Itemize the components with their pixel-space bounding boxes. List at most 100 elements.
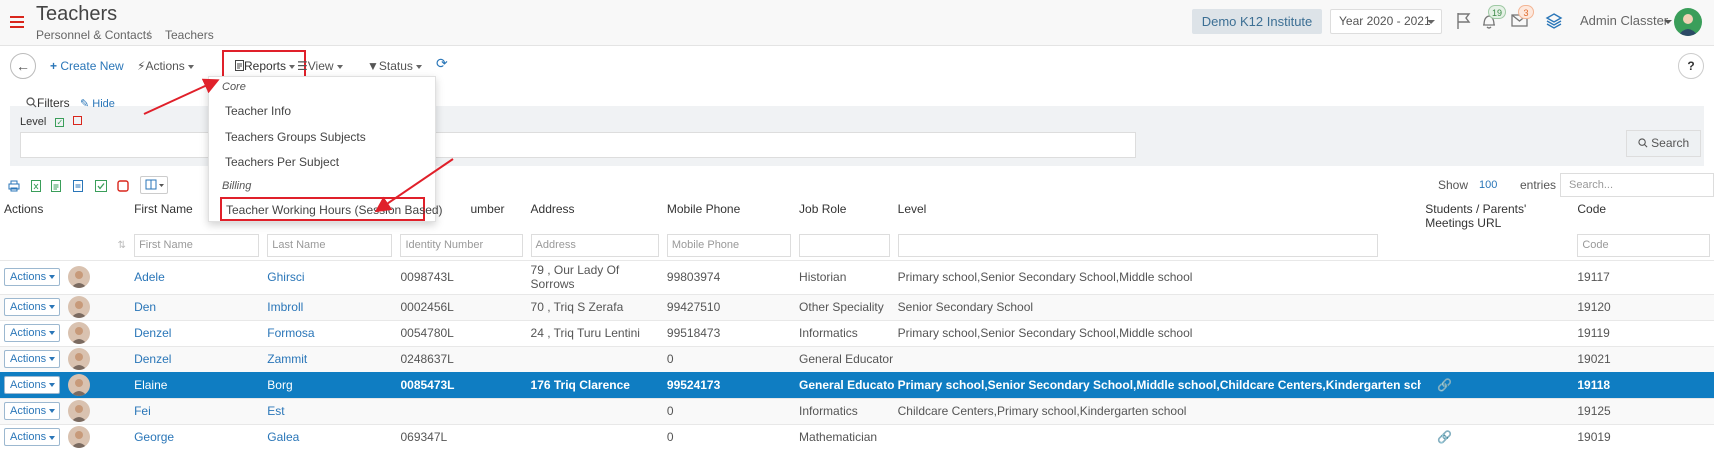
year-select[interactable]: Year 2020 - 2021 — [1330, 9, 1442, 34]
level-filter-input[interactable] — [20, 132, 1136, 158]
table-row[interactable]: Actions Den Imbroll 0002456L 70 , Triq S Zer… — [0, 293, 1714, 320]
columns-toggle-button[interactable] — [140, 176, 168, 194]
notifications-badge: 19 — [1488, 5, 1507, 19]
report-teacher-working-hours[interactable]: Teacher Working Hours (Session Based) — [226, 203, 443, 217]
help-button[interactable]: ? — [1678, 53, 1704, 79]
reports-menu-button[interactable]: Reports — [235, 59, 296, 73]
table-row[interactable]: Actions George Galea 069347L 0 Mathematician 🔗… — [0, 423, 1714, 450]
col-meetings-url[interactable]: Students / Parents' Meetings URL — [1421, 198, 1573, 232]
print-icon[interactable] — [8, 180, 20, 192]
check-all-icon[interactable] — [95, 180, 107, 192]
first-name-cell[interactable]: Den — [130, 293, 264, 320]
first-name-cell[interactable]: George — [130, 423, 264, 450]
col-code[interactable]: Code — [1573, 198, 1714, 232]
chevron-down-icon — [49, 305, 56, 310]
layers-icon[interactable] — [1545, 12, 1563, 30]
table-search-input[interactable]: Search... — [1560, 173, 1714, 197]
page-title: Teachers — [36, 3, 118, 25]
row-actions-button[interactable]: Actions — [4, 402, 60, 421]
pdf-export-icon[interactable] — [72, 180, 84, 192]
uncheck-all-icon[interactable] — [117, 180, 129, 192]
filter-code-cell: Code — [1573, 232, 1714, 260]
job-role-cell: Historian — [795, 259, 894, 294]
teacher-avatar — [68, 296, 90, 318]
last-name-cell[interactable]: Formosa — [263, 319, 397, 346]
csv-export-icon[interactable] — [50, 180, 62, 192]
row-actions-label: Actions — [10, 379, 47, 392]
table-row[interactable]: Actions Fei Est 0 Informatics Childcare Cente… — [0, 397, 1714, 424]
filter-actions-cell: ⇅ — [117, 240, 127, 252]
row-actions-button[interactable]: Actions — [4, 350, 60, 369]
filters-title: Filters — [26, 96, 70, 110]
last-name-cell[interactable]: Est — [263, 397, 397, 424]
excel-export-icon[interactable] — [30, 180, 42, 192]
col-actions: Actions — [4, 202, 44, 216]
last-name-cell[interactable]: Borg — [263, 371, 397, 398]
filter-identity-input[interactable]: Identity Number — [400, 234, 523, 258]
view-menu-button[interactable]: ☰View — [297, 59, 343, 73]
breadcrumb-personnel-contacts[interactable]: Personnel & Contacts — [36, 28, 152, 42]
actions-menu-button[interactable]: ⚡Actions — [137, 59, 194, 73]
first-name-cell[interactable]: Fei — [130, 397, 264, 424]
flag-icon[interactable] — [1456, 12, 1474, 30]
page-size-select[interactable]: 100 — [1479, 179, 1497, 191]
filter-last-name-input[interactable]: Last Name — [267, 234, 393, 258]
first-name-cell[interactable]: Elaine — [130, 371, 264, 398]
row-actions-button[interactable]: Actions — [4, 376, 60, 395]
create-new-button[interactable]: + Create New — [50, 59, 124, 73]
report-teachers-per-subject[interactable]: Teachers Per Subject — [225, 155, 339, 169]
search-button-label: Search — [1651, 136, 1690, 150]
document-icon — [235, 59, 244, 73]
col-level[interactable]: Level — [894, 198, 1422, 232]
table-row[interactable]: Actions Denzel Zammit 0248637L 0 General Educ… — [0, 345, 1714, 372]
row-actions-button[interactable]: Actions — [4, 428, 60, 447]
col-address[interactable]: Address — [527, 198, 663, 232]
row-actions-button[interactable]: Actions — [4, 324, 60, 343]
select-all-icon[interactable]: ✓ — [55, 118, 65, 127]
first-name-cell[interactable]: Denzel — [130, 319, 264, 346]
link-icon[interactable]: 🔗 — [1425, 430, 1452, 444]
link-icon[interactable]: 🔗 — [1425, 378, 1452, 392]
table-row[interactable]: Actions Denzel Formosa 0054780L 24 , Triq Tu… — [0, 319, 1714, 346]
refresh-icon[interactable]: ⟳ — [436, 55, 448, 72]
table-row[interactable]: Actions Elaine Borg 0085473L 176 Triq Claren… — [0, 371, 1714, 398]
filter-search-button[interactable]: Search — [1626, 130, 1701, 157]
filter-phone-input[interactable]: Mobile Phone — [666, 234, 792, 258]
user-name[interactable]: Admin Classter — [1580, 13, 1668, 28]
col-mobile-phone[interactable]: Mobile Phone — [663, 198, 795, 232]
teacher-avatar — [68, 426, 90, 449]
filter-job-input[interactable] — [799, 234, 890, 258]
filter-address-input[interactable]: Address — [530, 234, 659, 258]
user-menu-caret-icon[interactable] — [1664, 20, 1672, 24]
last-name-cell[interactable]: Imbroll — [263, 293, 397, 320]
row-actions-label: Actions — [10, 405, 47, 418]
hamburger-menu-icon[interactable] — [10, 16, 24, 28]
institute-button[interactable]: Demo K12 Institute — [1192, 9, 1322, 34]
chevron-down-icon — [187, 64, 194, 69]
report-teacher-info[interactable]: Teacher Info — [225, 104, 291, 118]
back-button[interactable]: ← — [10, 53, 36, 79]
deselect-all-icon[interactable] — [73, 116, 83, 125]
identity-number-cell: 0002456L — [396, 293, 527, 320]
last-name-cell[interactable]: Ghirsci — [263, 259, 397, 294]
filters-title-label: Filters — [37, 96, 70, 110]
last-name-cell[interactable]: Galea — [263, 423, 397, 450]
filter-first-name-input[interactable]: First Name — [134, 234, 260, 258]
filter-level-input[interactable] — [897, 234, 1378, 258]
mobile-phone-cell: 99524173 — [662, 371, 796, 398]
report-teachers-groups-subjects[interactable]: Teachers Groups Subjects — [225, 130, 366, 144]
hide-filters-link[interactable]: ✎ Hide — [80, 97, 115, 110]
row-actions-button[interactable]: Actions — [4, 268, 60, 287]
row-actions-cell: Actions — [0, 397, 131, 424]
last-name-cell[interactable]: Zammit — [263, 345, 397, 372]
first-name-cell[interactable]: Adele — [130, 259, 264, 294]
table-row[interactable]: Actions Adele Ghirsci 0098743L 79 , Our Lady… — [0, 259, 1714, 294]
col-job-role[interactable]: Job Role — [795, 198, 894, 232]
filter-phone-cell: Mobile Phone — [663, 232, 795, 260]
user-avatar[interactable] — [1674, 8, 1702, 36]
row-actions-button[interactable]: Actions — [4, 298, 60, 317]
identity-number-cell — [396, 397, 527, 424]
status-menu-button[interactable]: ▼Status — [367, 59, 422, 73]
first-name-cell[interactable]: Denzel — [130, 345, 264, 372]
filter-code-input[interactable]: Code — [1577, 234, 1710, 258]
